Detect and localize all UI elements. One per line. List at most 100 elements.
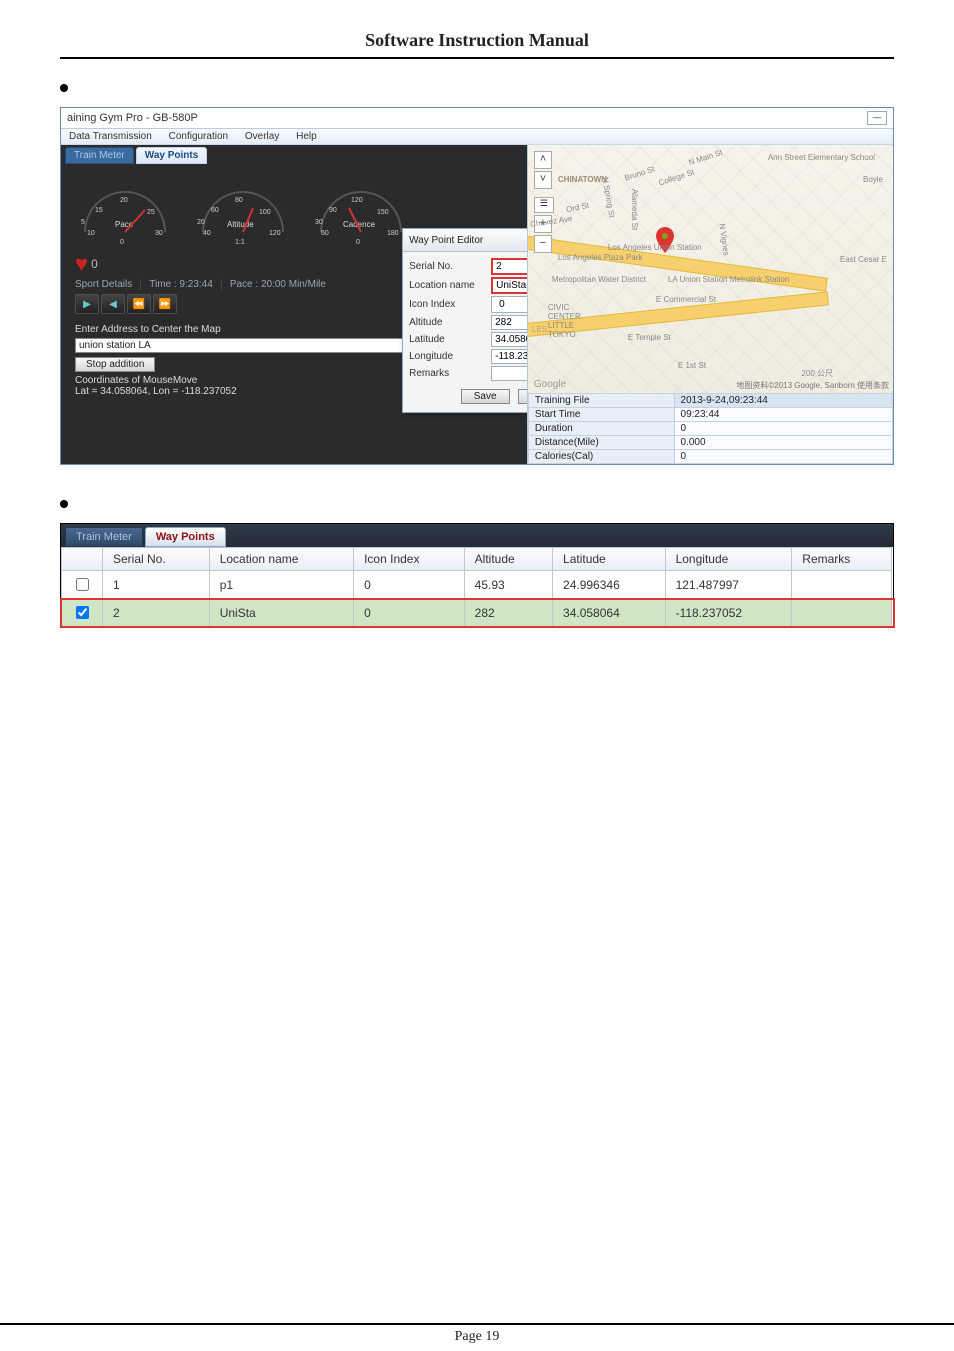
sport-time: Time : 9:23:44 <box>149 279 222 290</box>
app-window: aining Gym Pro - GB-580P — Data Transmis… <box>60 107 894 465</box>
table-row[interactable]: 2 UniSta 0 282 34.058064 -118.237052 <box>62 599 893 627</box>
svg-text:60: 60 <box>211 207 219 214</box>
altitude-label: Altitude <box>409 317 491 328</box>
svg-text:30: 30 <box>315 219 323 226</box>
map-view[interactable]: ˄ ˅ ☰ + − CHINATOWN Ann Stre <box>528 145 893 393</box>
map-logo: Google <box>534 379 566 390</box>
zoom-in-button[interactable]: ˄ <box>534 151 552 169</box>
svg-text:0: 0 <box>120 239 124 246</box>
grid-tab-train-meter[interactable]: Train Meter <box>65 527 143 547</box>
heart-icon: ♥ <box>75 253 88 275</box>
info-start-time-label: Start Time <box>528 408 674 422</box>
bullet-dot-2 <box>60 500 68 508</box>
info-training-file-value: 2013-9-24,09:23:44 <box>674 394 892 408</box>
svg-text:120: 120 <box>269 230 281 237</box>
right-pane: ˄ ˅ ☰ + − CHINATOWN Ann Stre <box>527 145 893 464</box>
gauge-cadence: 60 90 120 150 180 Cadence 30 0 <box>311 172 411 247</box>
map-label-chinatown: CHINATOWN <box>558 175 607 184</box>
training-info-table: Training File 2013-9-24,09:23:44 Start T… <box>528 393 893 464</box>
info-training-file-label: Training File <box>528 394 674 408</box>
svg-text:150: 150 <box>377 209 389 216</box>
svg-text:0: 0 <box>356 239 360 246</box>
menu-configuration[interactable]: Configuration <box>169 131 228 142</box>
row0-checkbox[interactable] <box>76 578 89 591</box>
svg-text:10: 10 <box>87 230 95 237</box>
map-label-la-union: LA Union Station Metrolink Station <box>668 275 789 284</box>
map-label-metro: Metropolitan Water District <box>552 275 646 284</box>
transport-play-icon[interactable]: ▶ <box>75 294 99 314</box>
row0-alt: 45.93 <box>464 571 552 599</box>
map-label-plaza: Los Angeles Plaza Park <box>558 253 643 262</box>
svg-text:40: 40 <box>203 230 211 237</box>
info-start-time-value: 09:23:44 <box>674 408 892 422</box>
icon-index-label: Icon Index <box>409 299 491 310</box>
page-footer: Page 19 <box>0 1323 954 1345</box>
map-label-civic: CIVIC CENTER LITTLE TOKYO <box>548 303 581 339</box>
transport-back-icon[interactable]: ◀ <box>101 294 125 314</box>
grid-tabstrip: Train Meter Way Points <box>60 523 894 547</box>
window-title: aining Gym Pro - GB-580P <box>67 112 198 124</box>
col-chk <box>62 548 103 571</box>
sport-pace: Pace : 20:00 Min/Mile <box>230 279 326 290</box>
address-input[interactable] <box>75 338 455 353</box>
map-label-first: E 1st St <box>678 361 706 370</box>
zoom-out-button[interactable]: ˅ <box>534 171 552 189</box>
svg-text:100: 100 <box>259 209 271 216</box>
map-label-temple: E Temple St <box>628 333 671 342</box>
tab-train-meter[interactable]: Train Meter <box>65 147 134 164</box>
stop-addition-button[interactable]: Stop addition <box>75 357 155 372</box>
col-loc: Location name <box>209 548 353 571</box>
col-lon: Longitude <box>665 548 792 571</box>
location-name-label: Location name <box>409 280 491 291</box>
heart-rate-value: 0 <box>91 257 98 271</box>
row0-lon: 121.487997 <box>665 571 792 599</box>
page-title: Software Instruction Manual <box>60 30 894 59</box>
map-label-les: LES <box>532 325 547 334</box>
transport-rew-icon[interactable]: ⏪ <box>127 294 151 314</box>
row1-rem <box>792 599 892 627</box>
row1-checkbox[interactable] <box>76 606 89 619</box>
grid-tab-way-points[interactable]: Way Points <box>145 527 226 547</box>
svg-text:90: 90 <box>329 207 337 214</box>
tab-way-points[interactable]: Way Points <box>136 147 208 164</box>
menu-help[interactable]: Help <box>296 131 317 142</box>
gauge-alt-label: Altitude <box>227 220 254 229</box>
zoom-minus-button[interactable]: − <box>534 235 552 253</box>
editor-save-button[interactable]: Save <box>461 389 510 404</box>
col-lat: Latitude <box>553 548 666 571</box>
gauge-altitude: 40 60 80 100 120 Altitude 20 1:1 <box>193 172 293 247</box>
table-row[interactable]: 1 p1 0 45.93 24.996346 121.487997 <box>62 571 893 599</box>
map-label-commercial: E Commercial St <box>656 295 716 304</box>
latitude-label: Latitude <box>409 334 491 345</box>
row1-alt: 282 <box>464 599 552 627</box>
remarks-label: Remarks <box>409 368 491 379</box>
info-distance-value: 0.000 <box>674 436 892 450</box>
col-icon: Icon Index <box>354 548 465 571</box>
longitude-label: Longitude <box>409 351 491 362</box>
svg-text:60: 60 <box>321 230 329 237</box>
col-rem: Remarks <box>792 548 892 571</box>
map-label-union: Los Angeles Union Station <box>608 243 702 252</box>
map-attribution: 地图资料©2013 Google, Sanborn 使用条款 <box>736 380 889 391</box>
map-label-boyle: Boyle <box>863 175 883 184</box>
minimize-icon[interactable]: — <box>867 111 887 125</box>
col-alt: Altitude <box>464 548 552 571</box>
info-duration-label: Duration <box>528 422 674 436</box>
info-distance-label: Distance(Mile) <box>528 436 674 450</box>
svg-text:180: 180 <box>387 230 399 237</box>
svg-text:15: 15 <box>95 207 103 214</box>
info-calories-value: 0 <box>674 450 892 464</box>
map-type-button[interactable]: ☰ <box>534 197 554 213</box>
row1-icon: 0 <box>354 599 465 627</box>
menu-overlay[interactable]: Overlay <box>245 131 279 142</box>
svg-text:25: 25 <box>147 209 155 216</box>
svg-text:30: 30 <box>155 230 163 237</box>
svg-text:120: 120 <box>351 197 363 204</box>
menu-data-transmission[interactable]: Data Transmission <box>69 131 152 142</box>
row0-rem <box>792 571 892 599</box>
waypoints-grid: Serial No. Location name Icon Index Alti… <box>61 547 893 627</box>
svg-text:20: 20 <box>120 197 128 204</box>
row1-lon: -118.237052 <box>665 599 792 627</box>
transport-fwd-icon[interactable]: ⏩ <box>153 294 177 314</box>
row0-icon: 0 <box>354 571 465 599</box>
